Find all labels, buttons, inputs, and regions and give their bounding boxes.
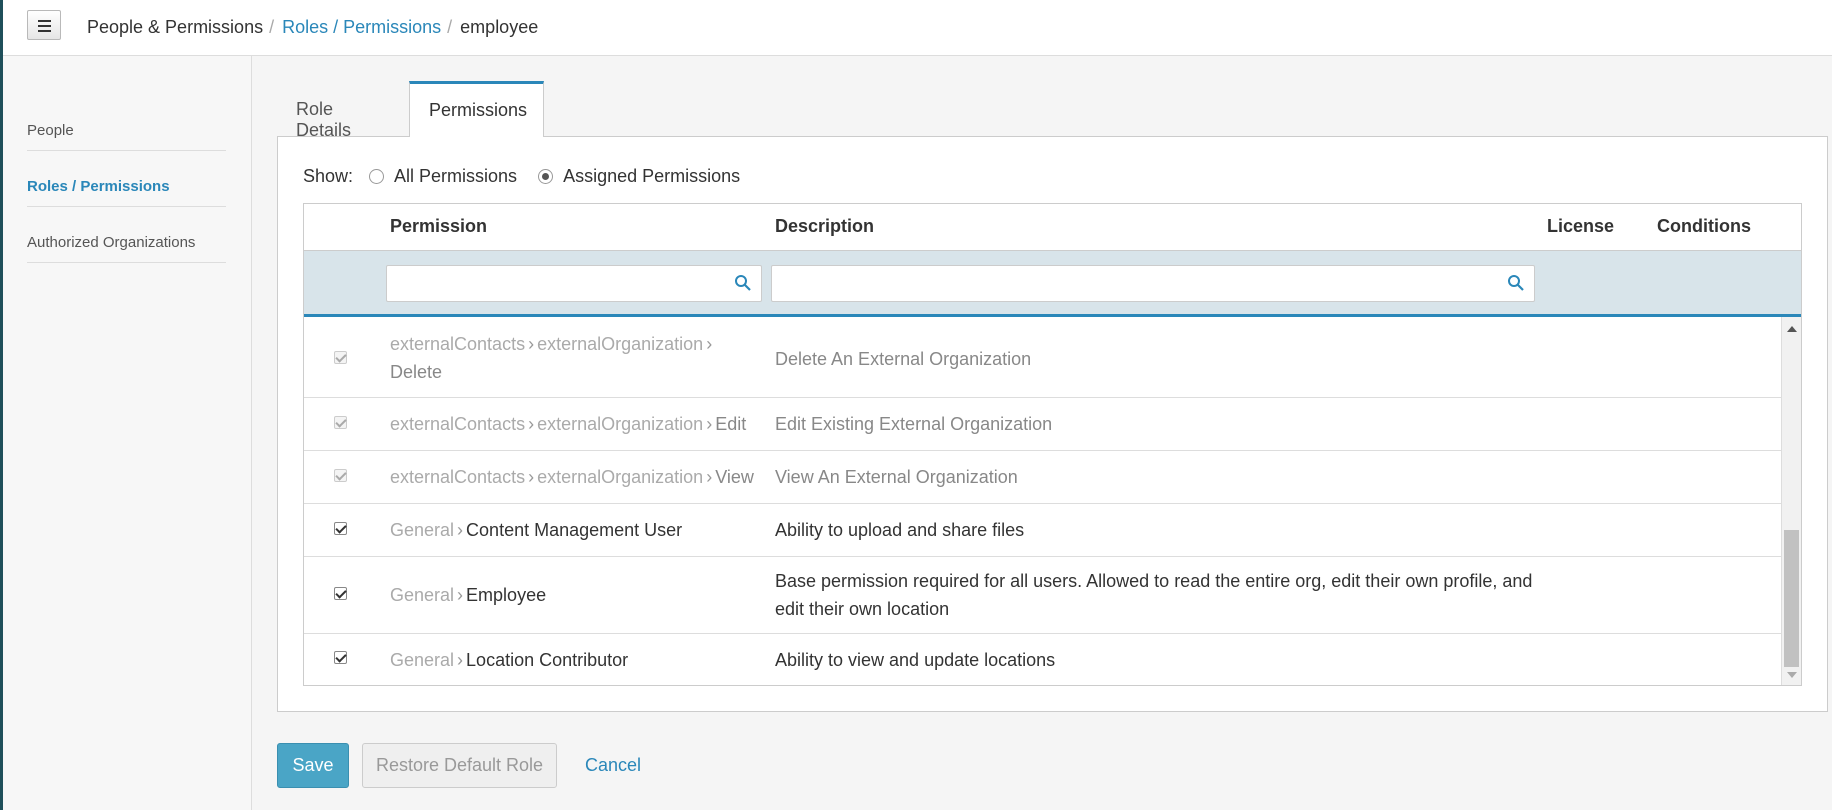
permission-description: View An External Organization <box>775 467 1018 487</box>
permission-name: General › Location Contributor <box>390 650 629 670</box>
table-row[interactable]: externalContacts › externalOrganization › Ed… <box>304 398 1781 451</box>
sidebar: People Roles / Permissions Authorized Or… <box>3 56 252 810</box>
permission-description: Ability to upload and share files <box>775 520 1025 540</box>
table-row[interactable]: externalContacts › externalOrganization › De… <box>304 320 1781 398</box>
filter-row <box>304 251 1801 317</box>
breadcrumb-people-permissions[interactable]: People & Permissions <box>87 17 263 37</box>
scroll-up-arrow-icon[interactable] <box>1787 326 1797 332</box>
column-header-permission[interactable]: Permission <box>390 216 487 237</box>
breadcrumb-separator: / <box>269 17 275 37</box>
table-scrollbar[interactable] <box>1781 317 1801 685</box>
table-row[interactable]: General › Content Management User Ability … <box>304 504 1781 557</box>
permissions-table: Permission Description License Condition… <box>303 203 1802 686</box>
breadcrumb-separator: / <box>447 17 453 37</box>
permission-checkbox[interactable] <box>334 587 347 600</box>
permission-name: externalContacts › externalOrganization › Ed… <box>390 414 747 434</box>
permission-description: Edit Existing External Organization <box>775 414 1053 434</box>
permission-description: Base permission required for all users. … <box>775 571 1533 619</box>
column-header-conditions[interactable]: Conditions <box>1657 216 1751 237</box>
show-label: Show: <box>303 166 354 186</box>
permission-name: General › Content Management User <box>390 520 683 540</box>
all-permissions-radio[interactable] <box>369 169 385 184</box>
assigned-permissions-label[interactable]: Assigned Permissions <box>563 166 740 187</box>
all-permissions-label[interactable]: All Permissions <box>394 166 517 187</box>
sidebar-item-people[interactable]: People <box>27 95 226 151</box>
menu-icon <box>38 20 51 22</box>
permission-description: Ability to view and update locations <box>775 650 1056 670</box>
permission-name: externalContacts › externalOrganization › De… <box>390 334 713 382</box>
save-button[interactable]: Save <box>277 743 349 788</box>
column-header-license[interactable]: License <box>1547 216 1614 237</box>
search-icon <box>735 275 751 291</box>
scroll-down-arrow-icon[interactable] <box>1787 672 1797 678</box>
description-search-input[interactable] <box>772 266 1458 301</box>
permission-search-field[interactable] <box>386 265 762 302</box>
breadcrumb-roles-permissions[interactable]: Roles / Permissions <box>282 17 441 37</box>
table-header: Permission Description License Condition… <box>304 204 1801 251</box>
permission-checkbox[interactable] <box>334 651 347 664</box>
top-header: People & Permissions / Roles / Permissions… <box>3 0 1832 56</box>
description-search-field[interactable] <box>771 265 1535 302</box>
column-header-description[interactable]: Description <box>775 216 874 237</box>
assigned-permissions-radio[interactable] <box>538 169 554 184</box>
table-row[interactable]: General › Employee Base permission require… <box>304 557 1781 634</box>
permission-checkbox[interactable] <box>334 522 347 535</box>
restore-default-role-button: Restore Default Role <box>362 743 557 788</box>
breadcrumb: People & Permissions / Roles / Permissions… <box>87 17 538 38</box>
breadcrumb-current-role: employee <box>460 17 539 37</box>
permission-checkbox <box>334 416 347 429</box>
show-filter: Show: All Permissions Assigned Permissio… <box>303 166 740 187</box>
sidebar-item-roles-permissions[interactable]: Roles / Permissions <box>27 151 226 207</box>
permission-checkbox <box>334 469 347 482</box>
tab-permissions[interactable]: Permissions <box>409 81 544 137</box>
scrollbar-thumb[interactable] <box>1784 530 1799 667</box>
permission-description: Delete An External Organization <box>775 349 1032 369</box>
cancel-link[interactable]: Cancel <box>585 755 641 776</box>
sidebar-item-authorized-organizations[interactable]: Authorized Organizations <box>27 207 226 263</box>
permission-checkbox <box>334 351 347 364</box>
table-row[interactable]: externalContacts › externalOrganization › Vi… <box>304 451 1781 504</box>
tab-role-details[interactable]: Role Details <box>277 81 409 140</box>
hamburger-menu-button[interactable] <box>27 10 61 40</box>
table-row[interactable]: General › Location Contributor Ability to … <box>304 634 1781 685</box>
search-icon <box>1508 275 1524 291</box>
permission-name: General › Employee <box>390 585 547 605</box>
permission-search-input[interactable] <box>387 266 724 301</box>
permission-name: externalContacts › externalOrganization › Vi… <box>390 467 754 487</box>
